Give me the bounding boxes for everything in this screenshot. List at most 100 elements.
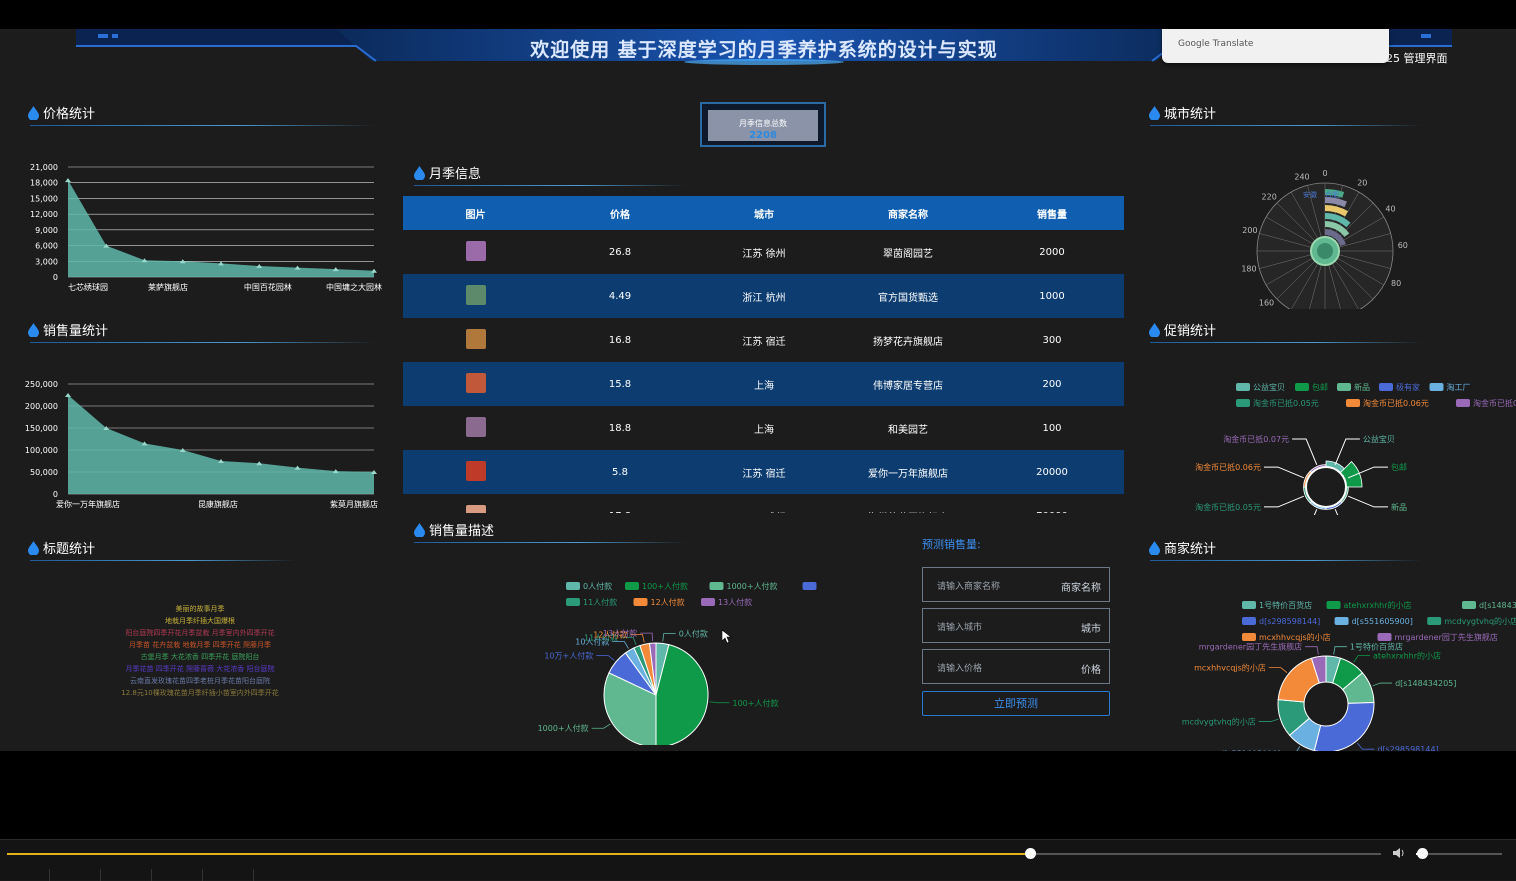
shop-name-placeholder: 请输入商家名称 bbox=[937, 582, 1001, 592]
cell-shop: 爱你一万年旗舰店 bbox=[868, 468, 948, 480]
droplet-icon bbox=[28, 322, 39, 337]
rose-thumbnail-image[interactable] bbox=[465, 460, 486, 481]
title-word-cloud: 美丽的故事月季 地栽月季纤插大国爆根 阳台庭院四季开花月季盆栽 月季室内外四季开花月… bbox=[60, 603, 340, 699]
rose-count-card: 月季信息总数 2208 bbox=[700, 102, 826, 147]
rose-thumbnail-image[interactable] bbox=[465, 284, 486, 305]
col-header-sales: 销售量 bbox=[1037, 209, 1067, 221]
x-tick-label: 爱你一万年旗舰店 bbox=[56, 499, 120, 509]
polar-category-label: 合肥 bbox=[1325, 190, 1339, 199]
google-translate-popup[interactable]: Google Translate bbox=[1162, 29, 1389, 63]
pie-slice bbox=[1313, 702, 1375, 751]
rose-thumbnail-image[interactable] bbox=[465, 504, 486, 513]
rose-info-title: 月季信息 bbox=[414, 163, 481, 182]
cell-sales: 300 bbox=[1042, 334, 1062, 346]
table-row[interactable]: 4.49 浙江 杭州 官方国货甄选 1000 bbox=[403, 274, 1124, 318]
volume-icon[interactable] bbox=[1392, 846, 1406, 860]
table-row[interactable]: 26.8 江苏 徐州 翠茵阁园艺 2000 bbox=[403, 230, 1124, 274]
legend-swatch bbox=[1427, 617, 1442, 625]
legend-swatch bbox=[1236, 383, 1250, 391]
taskbar-slot bbox=[152, 869, 203, 881]
angle-tick-label: 180 bbox=[1241, 264, 1256, 273]
rose-thumbnail-image[interactable] bbox=[465, 416, 486, 437]
legend-item: 公益宝贝 bbox=[1253, 382, 1285, 392]
table-row[interactable]: 16.8 江苏 宿迁 扬梦花卉旗舰店 300 bbox=[403, 318, 1124, 362]
volume-bar[interactable] bbox=[1416, 853, 1502, 855]
word-cloud-item: 阳台庭院四季开花月季盆栽 月季室内外四季开花 bbox=[125, 629, 275, 637]
legend-item: d[s298598144] bbox=[1259, 617, 1320, 626]
divider bbox=[1150, 342, 1422, 343]
progress-bar-played[interactable] bbox=[7, 853, 1031, 855]
y-tick-label: 0 bbox=[53, 273, 58, 282]
y-tick-label: 250,000 bbox=[25, 380, 58, 389]
table-row[interactable]: 15.8 上海 伟博家居专营店 200 bbox=[403, 362, 1124, 406]
legend-swatch bbox=[701, 598, 715, 606]
top-black-bar bbox=[0, 0, 1516, 29]
legend-swatch bbox=[709, 582, 724, 590]
dashboard-screen: 欢迎使用 基于深度学习的月季养护系统的设计与实现 25 管理界面 Google … bbox=[0, 29, 1516, 751]
droplet-icon bbox=[1149, 105, 1160, 120]
label-line bbox=[1347, 495, 1389, 508]
cell-image bbox=[403, 284, 548, 308]
volume-knob[interactable] bbox=[1417, 848, 1428, 859]
legend-swatch bbox=[1337, 383, 1351, 391]
label-line bbox=[1292, 438, 1318, 466]
divider bbox=[30, 125, 376, 126]
droplet-icon bbox=[1149, 540, 1160, 555]
divider bbox=[414, 542, 686, 543]
divider bbox=[30, 560, 296, 561]
droplet-icon bbox=[414, 522, 425, 537]
slice-label: 1000+人付款 bbox=[538, 723, 589, 733]
label-line bbox=[1353, 655, 1371, 663]
count-label: 月季信息总数 bbox=[739, 119, 787, 128]
x-tick-label: 中国墉之大园林 bbox=[326, 282, 382, 292]
x-tick-label: 莱萨旗舰店 bbox=[148, 282, 188, 292]
col-header-city: 城市 bbox=[754, 209, 774, 221]
slice-label: 10万+人付款 bbox=[544, 650, 593, 660]
word-cloud-item: 古堡月季 大花浓香 四季开花 庭院阳台 bbox=[140, 653, 260, 661]
sales-stat-title: 销售量统计 bbox=[28, 320, 108, 339]
cell-price: 4.49 bbox=[608, 290, 632, 302]
table-body: 26.8 江苏 徐州 翠茵阁园艺 2000 4.49 浙江 杭州 官方国货甄选 1000 16.… bbox=[403, 230, 1124, 513]
droplet-icon bbox=[28, 540, 39, 555]
area-series bbox=[68, 395, 374, 494]
legend-swatch bbox=[1295, 383, 1309, 391]
legend-item: mcdvygtvhq的小店 bbox=[1444, 616, 1516, 626]
angle-tick-label: 80 bbox=[1391, 279, 1401, 288]
cell-city: 上海 bbox=[754, 424, 774, 436]
cell-image bbox=[403, 460, 548, 484]
rose-thumbnail-image[interactable] bbox=[465, 372, 486, 393]
progress-bar-remaining[interactable] bbox=[1031, 853, 1381, 855]
cell-city: 四川 成都 bbox=[692, 509, 836, 514]
shop-name-input[interactable]: 请输入商家名称 商家名称 bbox=[922, 567, 1110, 602]
table-row[interactable]: 5.8 江苏 宿迁 爱你一万年旗舰店 20000 bbox=[403, 450, 1124, 494]
legend-swatch bbox=[1242, 633, 1256, 641]
price-area-chart: 0 3,000 6,000 9,000 12,000 15,000 18,000 21,000… bbox=[30, 163, 382, 292]
y-tick-label: 6,000 bbox=[35, 242, 58, 251]
progress-knob[interactable] bbox=[1025, 848, 1036, 859]
y-tick-label: 15,000 bbox=[30, 194, 58, 203]
angle-tick-label: 40 bbox=[1385, 205, 1395, 214]
cell-image bbox=[403, 240, 548, 264]
price-input[interactable]: 请输入价格 价格 bbox=[922, 649, 1110, 684]
taskbar-slot bbox=[0, 869, 50, 881]
legend-item: 12人付款 bbox=[651, 597, 685, 607]
slice-label: 新品 bbox=[1391, 502, 1407, 512]
admin-link[interactable]: 25 管理界面 bbox=[1386, 50, 1448, 66]
x-tick-label: 昆康旗舰店 bbox=[198, 499, 238, 509]
rose-thumbnail-image[interactable] bbox=[465, 328, 486, 349]
y-tick-label: 100,000 bbox=[25, 446, 58, 455]
predict-button[interactable]: 立即预测 bbox=[922, 691, 1110, 716]
rose-thumbnail-image[interactable] bbox=[465, 240, 486, 261]
mouse-cursor-icon bbox=[722, 630, 732, 644]
word-cloud-item: 月季苗 花卉盆栽 地栽月季 四季开花 爬藤月季 bbox=[129, 641, 271, 649]
legend-swatch bbox=[566, 582, 580, 590]
cell-price: 16.8 bbox=[608, 334, 632, 346]
count-inner: 月季信息总数 2208 bbox=[708, 110, 818, 141]
cell-shop: 扬梦花卉旗舰店 bbox=[873, 336, 943, 348]
table-row[interactable]: 17.8四川 成都海棠的花园旗舰店70000 bbox=[403, 494, 1124, 513]
label-line bbox=[1268, 667, 1288, 673]
city-input[interactable]: 请输入城市 城市 bbox=[922, 608, 1110, 643]
merchant-donut-chart: 1号特价百货店atehxrxhhr的小店d[s148434205]d[s2985… bbox=[1182, 600, 1516, 751]
table-row[interactable]: 18.8 上海 和美园艺 100 bbox=[403, 406, 1124, 450]
rose-slice bbox=[1339, 460, 1363, 488]
